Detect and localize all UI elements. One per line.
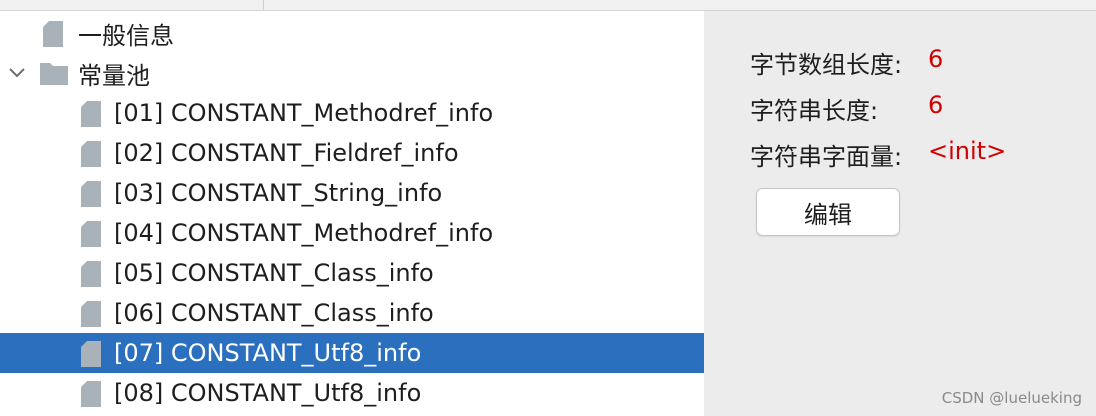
file-icon	[81, 181, 101, 207]
tree-item[interactable]: [04] CONSTANT_Methodref_info	[0, 213, 704, 253]
edit-button[interactable]: 编辑	[756, 188, 900, 236]
string-literal-value: <init>	[928, 137, 1007, 165]
string-literal-label: 字符串字面量:	[750, 143, 903, 171]
string-length-field: 字符串长度: 6	[750, 91, 943, 126]
file-icon	[43, 21, 63, 47]
string-length-value: 6	[928, 91, 944, 119]
tree-item-general[interactable]: 一般信息	[0, 13, 704, 53]
tree-item-label: [03] CONSTANT_String_info	[114, 179, 443, 207]
tree-item-label: 一般信息	[78, 21, 174, 50]
tree-item-label: [01] CONSTANT_Methodref_info	[114, 99, 494, 127]
byte-length-value: 6	[928, 45, 944, 73]
tree-item[interactable]: [05] CONSTANT_Class_info	[0, 253, 704, 293]
file-icon	[81, 221, 101, 247]
chevron-down-icon[interactable]	[7, 63, 27, 83]
tree-item-label: [07] CONSTANT_Utf8_info	[114, 339, 422, 367]
tree-item[interactable]: [08] CONSTANT_Utf8_info	[0, 373, 704, 413]
window-top-bar	[0, 0, 1096, 11]
file-icon	[81, 141, 101, 167]
tree-item[interactable]: [02] CONSTANT_Fieldref_info	[0, 133, 704, 173]
file-icon	[81, 261, 101, 287]
tree-item-label: [02] CONSTANT_Fieldref_info	[114, 139, 459, 167]
tree-item-constant-pool[interactable]: 常量池	[0, 53, 704, 93]
detail-panel: 字节数组长度: 6 字符串长度: 6 字符串字面量: <init> 编辑	[704, 11, 1096, 416]
byte-length-field: 字节数组长度: 6	[750, 45, 943, 80]
byte-length-label: 字节数组长度:	[750, 51, 903, 79]
file-icon	[81, 301, 101, 327]
file-icon	[81, 381, 101, 407]
tree-item-label: 常量池	[78, 61, 150, 90]
tree-item-label: [06] CONSTANT_Class_info	[114, 299, 434, 327]
tree-item-selected[interactable]: [07] CONSTANT_Utf8_info	[0, 333, 704, 373]
constant-pool-tree: 一般信息 常量池 [01] CONSTANT_Methodref_info [0…	[0, 11, 704, 416]
folder-icon	[40, 63, 68, 85]
file-icon	[81, 101, 101, 127]
tree-item-label: [05] CONSTANT_Class_info	[114, 259, 434, 287]
tree-item[interactable]: [06] CONSTANT_Class_info	[0, 293, 704, 333]
string-length-label: 字符串长度:	[750, 97, 879, 125]
tree-item-label: [04] CONSTANT_Methodref_info	[114, 219, 494, 247]
file-icon	[81, 341, 101, 367]
watermark: CSDN @luelueking	[941, 389, 1082, 407]
top-bar-divider	[263, 0, 264, 10]
tree-item[interactable]: [01] CONSTANT_Methodref_info	[0, 93, 704, 133]
tree-item-label: [08] CONSTANT_Utf8_info	[114, 379, 422, 407]
string-literal-field: 字符串字面量: <init>	[750, 137, 1006, 172]
tree-item[interactable]: [03] CONSTANT_String_info	[0, 173, 704, 213]
